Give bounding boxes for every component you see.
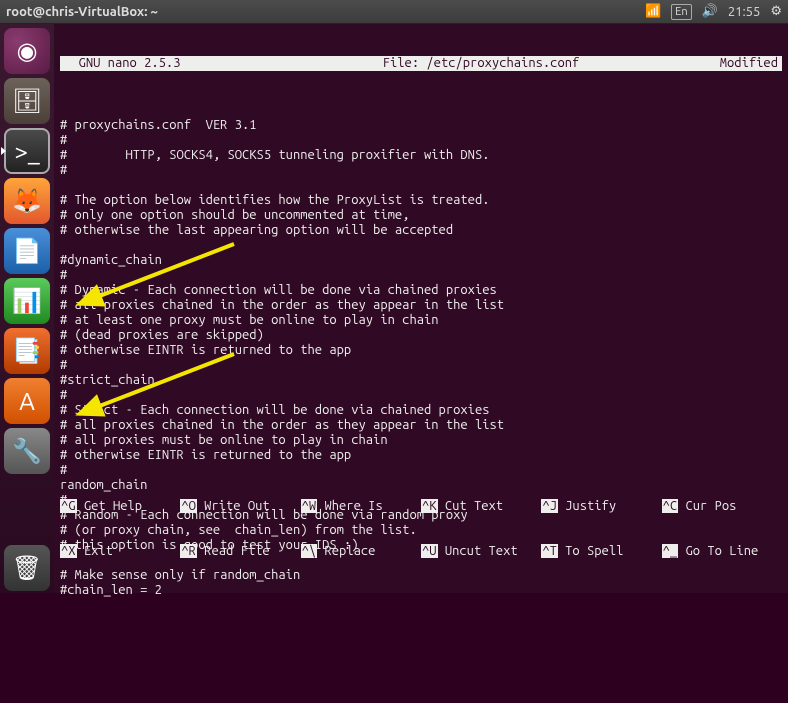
nano-shortcut: ^K Cut Text	[421, 499, 541, 514]
nano-version: GNU nano 2.5.3	[64, 56, 264, 71]
launcher-software-icon[interactable]: A	[4, 378, 50, 424]
nano-shortcut: ^U Uncut Text	[421, 544, 541, 559]
nano-shortcut-key: ^U	[421, 544, 438, 558]
nano-shortcut: ^T To Spell	[541, 544, 661, 559]
nano-shortcut: ^J Justify	[541, 499, 661, 514]
nano-shortcut: ^C Cur Pos	[662, 499, 782, 514]
nano-shortcut: ^W Where Is	[301, 499, 421, 514]
nano-shortcut-key: ^K	[421, 499, 438, 513]
nano-shortcut-key: ^T	[541, 544, 558, 558]
nano-shortcut: ^X Exit	[60, 544, 180, 559]
nano-status: Modified	[698, 56, 778, 71]
launcher-files-icon[interactable]: 🗄	[4, 78, 50, 124]
nano-shortcut-key: ^R	[180, 544, 197, 558]
nano-shortcut-bar: ^G Get Help^O Write Out^W Where Is^K Cut…	[60, 469, 782, 589]
nano-shortcut-key: ^_	[662, 544, 679, 558]
nano-title-bar: GNU nano 2.5.3 File: /etc/proxychains.co…	[60, 56, 782, 71]
terminal-window[interactable]: GNU nano 2.5.3 File: /etc/proxychains.co…	[54, 24, 788, 593]
launcher-firefox-icon[interactable]: 🦊	[4, 178, 50, 224]
launcher-dash-icon[interactable]: ◉	[4, 28, 50, 74]
nano-shortcut-key: ^G	[60, 499, 77, 513]
launcher-calc-icon[interactable]: 📊	[4, 278, 50, 324]
nano-shortcut-key: ^W	[301, 499, 318, 513]
launcher-writer-icon[interactable]: 📄	[4, 228, 50, 274]
volume-icon[interactable]: 🔊	[702, 4, 718, 19]
nano-shortcut: ^O Write Out	[180, 499, 300, 514]
nano-shortcut-key: ^J	[541, 499, 558, 513]
nano-shortcut-key: ^\	[301, 544, 318, 558]
nano-shortcut: ^_ Go To Line	[662, 544, 782, 559]
launcher-settings-icon[interactable]: 🔧	[4, 428, 50, 474]
gear-icon[interactable]: ⚙	[770, 4, 782, 19]
launcher-impress-icon[interactable]: 📑	[4, 328, 50, 374]
launcher-trash-icon[interactable]: 🗑	[4, 545, 50, 591]
window-title: root@chris-VirtualBox: ~	[6, 5, 158, 19]
launcher-terminal-icon[interactable]: >_	[4, 128, 50, 174]
clock[interactable]: 21:55	[728, 5, 761, 19]
network-icon[interactable]: 📶	[645, 4, 661, 19]
nano-shortcut: ^\ Replace	[301, 544, 421, 559]
nano-file-label: File: /etc/proxychains.conf	[264, 56, 698, 71]
unity-top-panel: root@chris-VirtualBox: ~ 📶 En 🔊 21:55 ⚙	[0, 0, 788, 24]
nano-shortcut: ^G Get Help	[60, 499, 180, 514]
nano-shortcut-key: ^C	[662, 499, 679, 513]
nano-shortcut: ^R Read File	[180, 544, 300, 559]
unity-launcher: ◉ 🗄 >_ 🦊 📄 📊 📑 A 🔧 🗑	[0, 24, 54, 593]
keyboard-layout-indicator[interactable]: En	[671, 4, 691, 20]
nano-shortcut-key: ^O	[180, 499, 197, 513]
nano-shortcut-key: ^X	[60, 544, 77, 558]
